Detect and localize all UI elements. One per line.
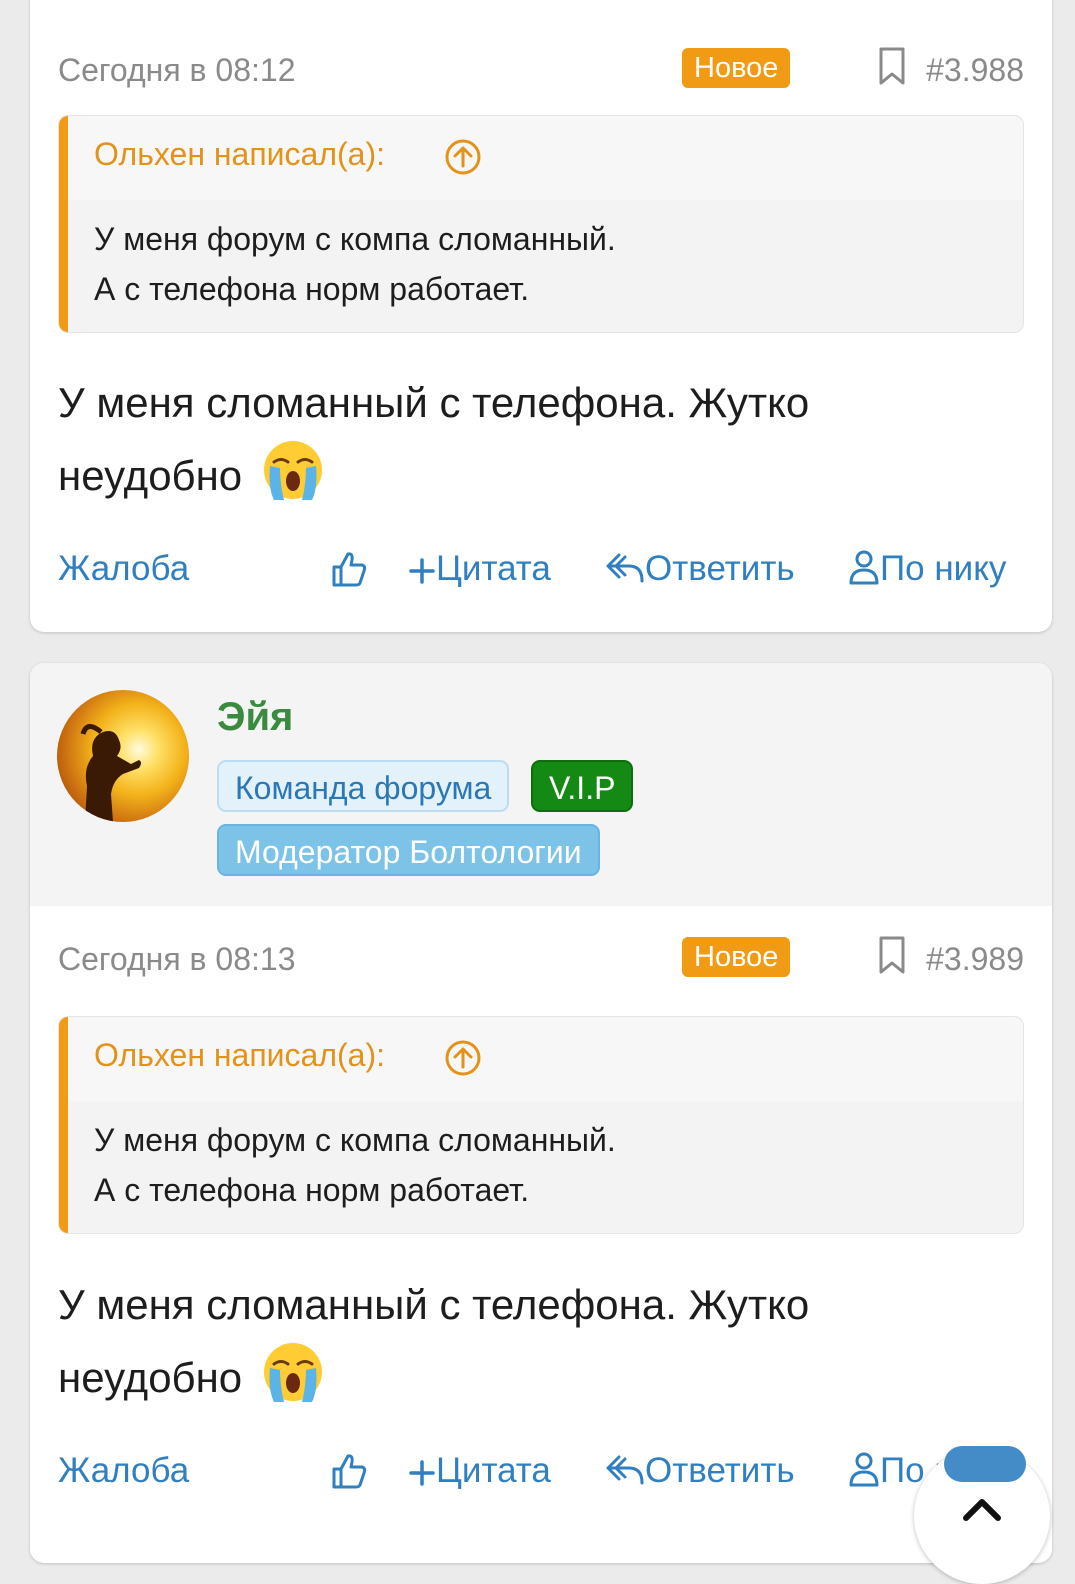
report-link[interactable]: Жалоба: [58, 1451, 189, 1491]
avatar[interactable]: [57, 690, 189, 822]
quote-block: Ольхен написал(а): У меня форум с компа …: [58, 115, 1024, 333]
user-icon: [849, 550, 879, 585]
user-header: Эйя Команда форума V.I.P Модератор Болто…: [30, 663, 1052, 906]
message-text: неудобно: [58, 1354, 243, 1401]
scroll-to-top-button[interactable]: [914, 1446, 1050, 1584]
loudly-crying-face-icon: [263, 1343, 322, 1402]
message-line-2: неудобно: [58, 1340, 958, 1413]
quote-author[interactable]: Ольхен написал(а):: [94, 136, 385, 173]
quote-accent-bar: [59, 116, 68, 332]
go-to-quote-icon[interactable]: [444, 138, 482, 176]
report-link[interactable]: Жалоба: [58, 549, 189, 589]
post-time[interactable]: Сегодня в 08:13: [58, 941, 296, 978]
quote-button-label: Цитата: [436, 1451, 551, 1490]
reply-icon: [606, 553, 644, 583]
message-line-2: неудобно: [58, 438, 958, 511]
quote-button[interactable]: Цитата: [408, 549, 551, 589]
quote-accent-bar: [59, 1017, 68, 1233]
fab-highlight: [944, 1446, 1026, 1482]
quote-line: У меня форум с компа сломанный.: [94, 1122, 616, 1158]
by-nick-button[interactable]: По нику: [848, 549, 1006, 589]
quote-button[interactable]: Цитата: [408, 1451, 551, 1491]
message-text: неудобно: [58, 452, 243, 499]
quote-line: А с телефона норм работает.: [94, 271, 530, 307]
post-number[interactable]: #3.988: [926, 52, 1024, 89]
username[interactable]: Эйя: [217, 695, 293, 740]
user-icon: [849, 1452, 879, 1487]
post-actions: Жалоба Цитата Ответить По нику: [58, 1451, 1024, 1501]
avatar-silhouette: [80, 724, 141, 822]
quote-button-label: Цитата: [436, 549, 551, 588]
message-line: У меня сломанный с телефона. Жутко: [58, 379, 810, 426]
user-tag-vip: V.I.P: [531, 760, 634, 812]
reply-button[interactable]: Ответить: [605, 549, 795, 589]
reply-button-label: Ответить: [645, 549, 795, 588]
arrow-up-icon: [963, 1499, 1001, 1521]
post-actions: Жалоба Цитата Ответить По нику: [58, 549, 1024, 599]
reply-button-label: Ответить: [645, 1451, 795, 1490]
like-icon[interactable]: [330, 549, 368, 589]
bookmark-icon[interactable]: [876, 46, 908, 86]
post-time[interactable]: Сегодня в 08:12: [58, 52, 296, 89]
post-number[interactable]: #3.989: [926, 941, 1024, 978]
post-message: У меня сломанный с телефона. Жутко неудо…: [58, 1270, 958, 1413]
reply-button[interactable]: Ответить: [605, 1451, 795, 1491]
reply-icon: [606, 1455, 644, 1485]
user-tag-moderator: Модератор Болтологии: [217, 824, 600, 876]
post-card: Эйя Команда форума V.I.P Модератор Болто…: [30, 663, 1052, 1563]
like-icon[interactable]: [330, 1451, 368, 1491]
post-message: У меня сломанный с телефона. Жутко неудо…: [58, 368, 958, 511]
bookmark-icon[interactable]: [876, 935, 908, 975]
plus-icon: [409, 1460, 435, 1486]
new-badge: Новое: [682, 937, 791, 977]
post-meta: Сегодня в 08:13 Новое #3.989: [58, 933, 1024, 983]
quote-header: Ольхен написал(а):: [68, 1017, 1023, 1101]
go-to-quote-icon[interactable]: [444, 1039, 482, 1077]
quote-line: У меня форум с компа сломанный.: [94, 221, 616, 257]
quote-author[interactable]: Ольхен написал(а):: [94, 1037, 385, 1074]
message-line: У меня сломанный с телефона. Жутко: [58, 1281, 810, 1328]
quote-header: Ольхен написал(а):: [68, 116, 1023, 200]
user-tag-team: Команда форума: [217, 760, 510, 812]
post-card: Сегодня в 08:12 Новое #3.988 Ольхен напи…: [30, 0, 1052, 632]
quote-line: А с телефона норм работает.: [94, 1172, 530, 1208]
post-meta: Сегодня в 08:12 Новое #3.988: [58, 44, 1024, 94]
plus-icon: [409, 558, 435, 584]
by-nick-label: По нику: [880, 549, 1007, 588]
new-badge: Новое: [682, 48, 791, 88]
quote-block: Ольхен написал(а): У меня форум с компа …: [58, 1016, 1024, 1234]
loudly-crying-face-icon: [263, 441, 322, 500]
